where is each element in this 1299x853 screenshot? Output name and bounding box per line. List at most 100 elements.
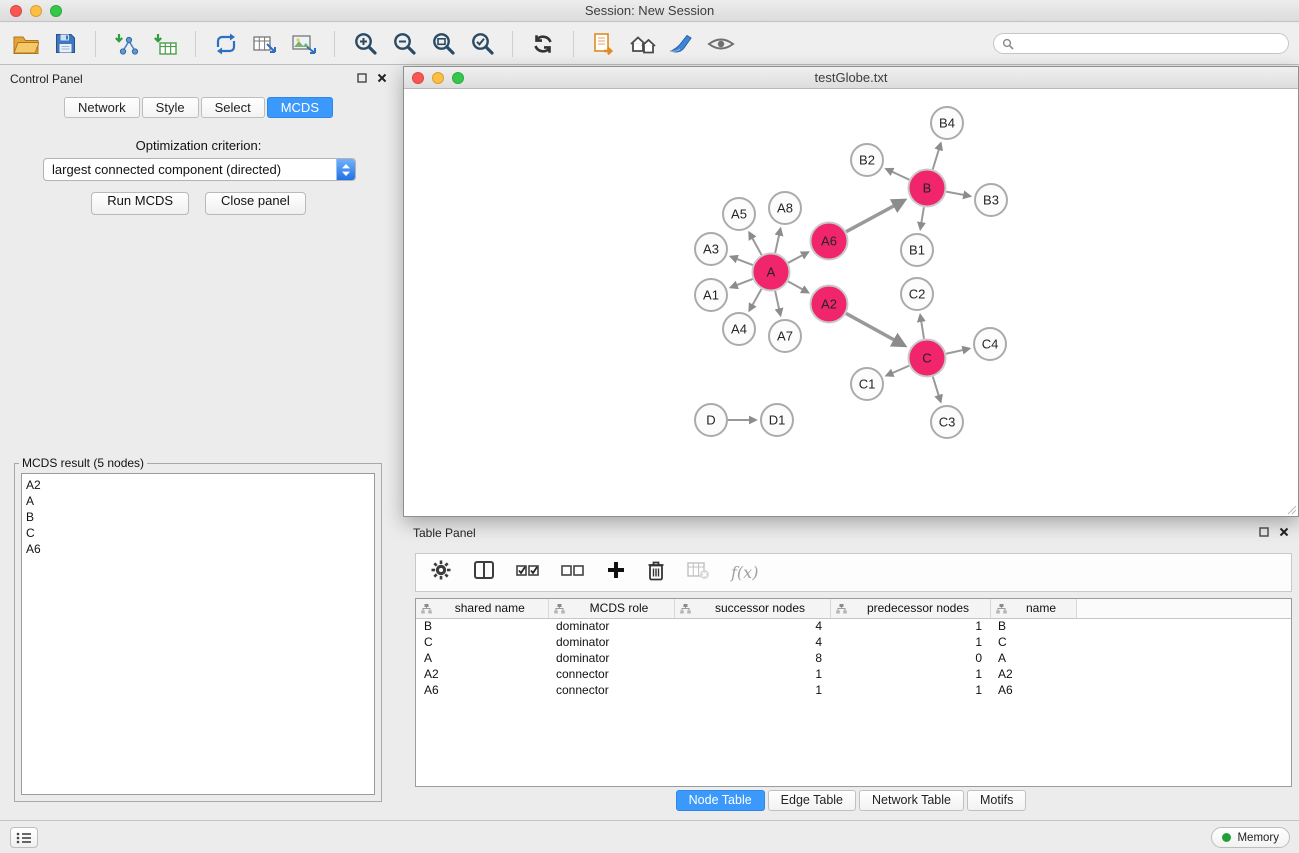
edge-B-B1[interactable] [920,207,924,229]
graph-node-B2[interactable]: B2 [851,144,883,176]
cell-predecessor-nodes[interactable]: 1 [830,682,990,698]
tab-mcds[interactable]: MCDS [267,97,333,118]
edge-A-A3[interactable] [731,257,753,266]
tab-network-table[interactable]: Network Table [859,790,964,811]
network-canvas[interactable]: B4B2BB3A5A8A6A3AB1A1A2C2A4A7C4CC1C3DD1 [404,89,1298,516]
cell-successor-nodes[interactable]: 8 [674,650,830,666]
graph-node-B4[interactable]: B4 [931,107,963,139]
table-row[interactable]: A6connector11A6 [416,682,1291,698]
cell-shared-name[interactable]: B [416,618,548,634]
graph-node-C4[interactable]: C4 [974,328,1006,360]
cell-predecessor-nodes[interactable]: 0 [830,650,990,666]
column-header-shared-name[interactable]: shared name [416,599,548,618]
deselect-all-button[interactable] [561,561,585,584]
graph-node-B1[interactable]: B1 [901,234,933,266]
table-row[interactable]: Bdominator41B [416,618,1291,634]
cell-mcds-role[interactable]: dominator [548,634,674,650]
export-image-button[interactable] [288,28,320,60]
show-columns-button[interactable] [473,560,495,585]
float-table-panel-icon[interactable] [1259,527,1269,537]
edge-A-A7[interactable] [775,291,780,315]
show-hide-button[interactable] [705,28,737,60]
tab-select[interactable]: Select [201,97,265,118]
edge-A-A6[interactable] [788,252,808,263]
column-header-name[interactable]: name [990,599,1076,618]
export-network-button[interactable] [210,28,242,60]
cell-predecessor-nodes[interactable]: 1 [830,618,990,634]
table-row[interactable]: A2connector11A2 [416,666,1291,682]
cell-predecessor-nodes[interactable]: 1 [830,666,990,682]
save-session-button[interactable] [49,28,81,60]
zoom-selected-button[interactable] [466,28,498,60]
minimize-window-button[interactable] [30,5,42,17]
graph-node-A[interactable]: A [753,254,790,291]
add-button[interactable] [606,560,626,585]
tab-network[interactable]: Network [64,97,140,118]
edge-A-A2[interactable] [788,281,808,292]
edge-A-A8[interactable] [775,229,780,253]
function-builder-button[interactable]: f(x) [731,563,758,582]
tab-edge-table[interactable]: Edge Table [768,790,856,811]
graph-node-A4[interactable]: A4 [723,313,755,345]
edge-C-C1[interactable] [886,366,909,376]
result-item[interactable]: A2 [26,477,370,493]
graph-node-B[interactable]: B [909,170,946,207]
cell-name[interactable]: B [990,618,1076,634]
cell-shared-name[interactable]: A2 [416,666,548,682]
criterion-select[interactable]: largest connected component (directed) [43,158,356,181]
refresh-layout-button[interactable] [527,28,559,60]
table-settings-button[interactable] [430,559,452,586]
graph-node-A8[interactable]: A8 [769,192,801,224]
close-window-button[interactable] [10,5,22,17]
edge-A-A4[interactable] [749,289,761,311]
status-menu-button[interactable] [10,827,38,848]
result-item[interactable]: B [26,509,370,525]
resize-grip-icon[interactable] [1285,503,1297,515]
cell-successor-nodes[interactable]: 4 [674,634,830,650]
graph-node-C2[interactable]: C2 [901,278,933,310]
export-table-button[interactable] [249,28,281,60]
result-item[interactable]: A [26,493,370,509]
network-minimize-button[interactable] [432,72,444,84]
run-mcds-button[interactable]: Run MCDS [91,192,189,215]
zoom-in-button[interactable] [349,28,381,60]
import-network-button[interactable] [110,28,142,60]
edge-C-C3[interactable] [933,377,941,402]
graph-node-A7[interactable]: A7 [769,320,801,352]
close-table-panel-icon[interactable] [1279,527,1289,537]
cell-name[interactable]: A [990,650,1076,666]
cell-shared-name[interactable]: A6 [416,682,548,698]
graph-node-B3[interactable]: B3 [975,184,1007,216]
table-row[interactable]: Adominator80A [416,650,1291,666]
zoom-out-button[interactable] [388,28,420,60]
edge-A2-C[interactable] [846,313,905,345]
float-panel-icon[interactable] [357,73,367,83]
column-header-predecessor-nodes[interactable]: predecessor nodes [830,599,990,618]
import-table-button[interactable] [149,28,181,60]
graph-node-C3[interactable]: C3 [931,406,963,438]
cell-shared-name[interactable]: A [416,650,548,666]
cell-name[interactable]: A2 [990,666,1076,682]
graph-node-A6[interactable]: A6 [811,223,848,260]
zoom-fit-button[interactable] [427,28,459,60]
edge-B-B4[interactable] [933,143,941,169]
cell-name[interactable]: C [990,634,1076,650]
open-session-button[interactable] [10,28,42,60]
graph-node-A1[interactable]: A1 [695,279,727,311]
memory-indicator[interactable]: Memory [1211,827,1290,848]
tab-style[interactable]: Style [142,97,199,118]
cell-predecessor-nodes[interactable]: 1 [830,634,990,650]
graph-node-D[interactable]: D [695,404,727,436]
first-neighbors-button[interactable] [588,28,620,60]
mcds-result-list[interactable]: A2ABCA6 [21,473,375,795]
zoom-window-button[interactable] [50,5,62,17]
edge-A-A1[interactable] [731,279,753,288]
cell-successor-nodes[interactable]: 1 [674,682,830,698]
home-button[interactable] [627,28,659,60]
close-panel-button[interactable]: Close panel [205,192,306,215]
result-item[interactable]: C [26,525,370,541]
edge-A-A5[interactable] [749,232,761,255]
edge-A6-B[interactable] [846,200,904,232]
cell-mcds-role[interactable]: connector [548,666,674,682]
tab-motifs[interactable]: Motifs [967,790,1026,811]
